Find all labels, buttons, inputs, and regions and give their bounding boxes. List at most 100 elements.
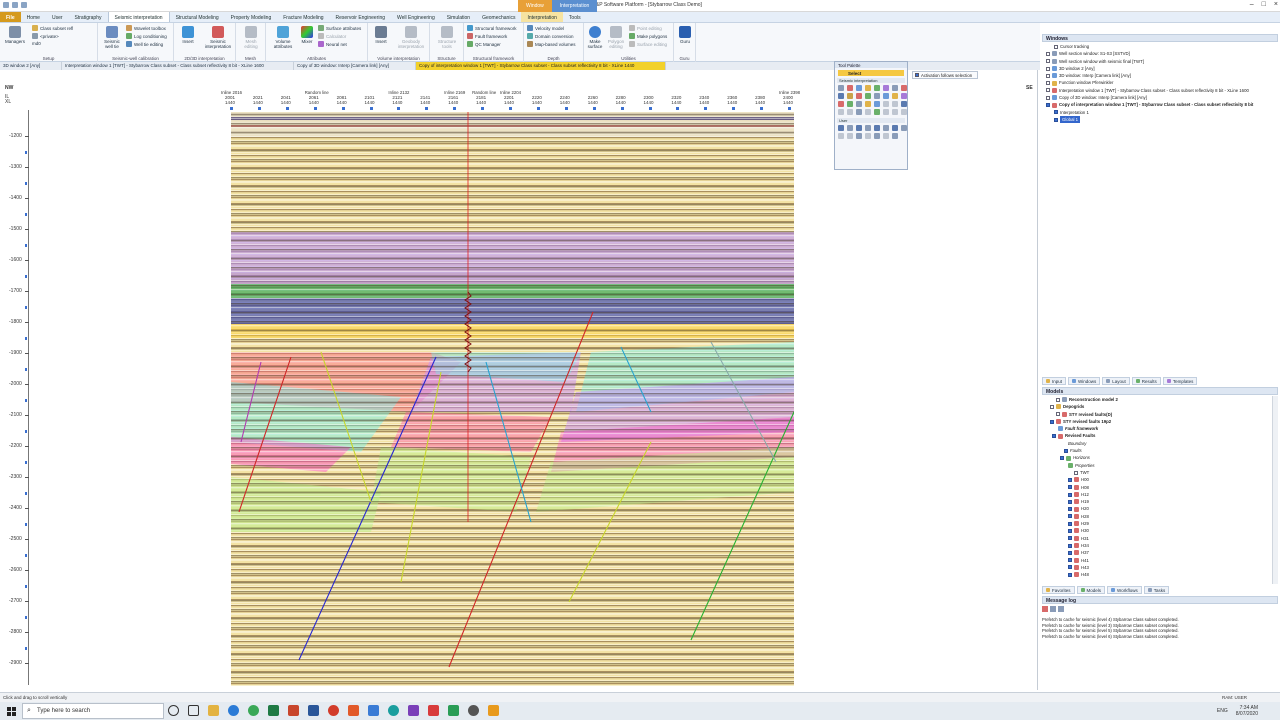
private-select[interactable]: <private> (32, 33, 59, 39)
tree-item[interactable]: H41 (1046, 557, 1118, 564)
checkbox-icon[interactable] (1056, 397, 1060, 402)
task-view-icon[interactable] (188, 705, 199, 716)
checkbox-icon[interactable] (1068, 528, 1072, 533)
tool-icon[interactable] (892, 109, 898, 115)
tool-icon[interactable] (901, 109, 907, 115)
managers-button[interactable]: Managers (3, 26, 27, 44)
insert-volume-button[interactable]: Insert (371, 26, 391, 44)
tab-tools[interactable]: Tools (563, 12, 587, 22)
tree-item[interactable]: Boundary (1046, 440, 1118, 447)
app-icon[interactable] (348, 705, 359, 716)
qc-manager-button[interactable]: QC Manager (467, 41, 501, 47)
fault-framework-button[interactable]: Fault framework (467, 33, 507, 39)
tree-item[interactable]: Copy of 3D window: Interp [Camera link] … (1046, 94, 1253, 101)
tool-icon[interactable] (883, 125, 889, 131)
mesh-editing-button[interactable]: Mesh editing (239, 26, 263, 49)
tool-icon[interactable] (901, 85, 907, 91)
app-icon[interactable] (428, 705, 439, 716)
tool-icon[interactable] (847, 93, 853, 99)
tool-icon[interactable] (892, 85, 898, 91)
checkbox-icon[interactable] (1046, 103, 1050, 108)
doc-tab-copy-3d-window[interactable]: Copy of 3D window: Interp [Camera link] … (294, 62, 416, 70)
polygon-editing-button[interactable]: Polygon editing (605, 26, 627, 49)
checkbox-icon[interactable] (1046, 59, 1050, 64)
mixer-button[interactable]: Mixer (298, 26, 316, 44)
system-tray[interactable]: ENG 7:34 AM 8/07/2020 (1217, 705, 1258, 717)
checkbox-icon[interactable] (1046, 51, 1050, 56)
checkbox-icon[interactable] (1056, 412, 1060, 417)
checkbox-icon[interactable] (1068, 477, 1072, 482)
make-surface-button[interactable]: Make surface (586, 26, 604, 49)
domain-conversion-button[interactable]: Domain conversion (527, 33, 574, 39)
tree-item[interactable]: Revised Faults (1046, 432, 1118, 439)
tool-icon[interactable] (874, 125, 880, 131)
surface-attributes-button[interactable]: Surface attributes (318, 25, 361, 31)
checkbox-icon[interactable] (1068, 572, 1072, 577)
tool-icon[interactable] (901, 101, 907, 107)
browser-icon[interactable] (228, 705, 239, 716)
tool-icon[interactable] (847, 85, 853, 91)
tool-icon[interactable] (847, 125, 853, 131)
word-icon[interactable] (308, 705, 319, 716)
app-icon[interactable] (328, 705, 339, 716)
tree-item[interactable]: H08 (1046, 484, 1118, 491)
tree-item[interactable]: H37 (1046, 549, 1118, 556)
checkbox-icon[interactable] (1068, 536, 1072, 541)
tab-fracture-modeling[interactable]: Fracture Modeling (277, 12, 329, 22)
app-icon[interactable] (388, 705, 399, 716)
checkbox-icon[interactable] (1068, 543, 1072, 548)
tab-templates[interactable]: Templates (1162, 377, 1198, 385)
md-select[interactable]: md0 (32, 41, 41, 46)
clear-log-icon[interactable] (1042, 606, 1048, 612)
powerpoint-icon[interactable] (288, 705, 299, 716)
tool-icon[interactable] (883, 101, 889, 107)
tree-item[interactable]: STY revised faults(D) (1046, 411, 1118, 418)
checkbox-icon[interactable] (1046, 95, 1050, 100)
tool-icon[interactable] (874, 109, 880, 115)
tab-property-modeling[interactable]: Property Modeling (225, 12, 278, 22)
checkbox-icon[interactable] (1068, 485, 1072, 490)
tree-item[interactable]: Interpretation 1 (1046, 109, 1253, 116)
checkbox-icon[interactable] (1068, 507, 1072, 512)
tree-item[interactable]: H43 (1046, 564, 1118, 571)
tool-icon[interactable] (847, 133, 853, 139)
tool-icon[interactable] (874, 93, 880, 99)
tool-icon[interactable] (865, 133, 871, 139)
wavelet-toolbox-button[interactable]: Wavelet toolbox (126, 25, 166, 31)
tree-item[interactable]: H29 (1046, 520, 1118, 527)
checkbox-icon[interactable] (1054, 117, 1058, 122)
tool-icon[interactable] (856, 133, 862, 139)
map-based-volumes-button[interactable]: Map-based volumes (527, 41, 576, 47)
guru-button[interactable]: Guru (676, 26, 694, 44)
surface-editing-button[interactable]: Surface editing (629, 41, 667, 47)
well-tie-editing-button[interactable]: Well tie editing (126, 41, 163, 47)
tab-input[interactable]: Input (1042, 377, 1067, 385)
tool-icon[interactable] (865, 125, 871, 131)
structural-framework-button[interactable]: Structural framework (467, 25, 517, 31)
checkbox-icon[interactable] (1068, 492, 1072, 497)
tool-icon[interactable] (892, 93, 898, 99)
checkbox-icon[interactable] (1046, 88, 1050, 93)
tree-item[interactable]: Fault framework (1046, 425, 1118, 432)
chrome-icon[interactable] (248, 705, 259, 716)
tree-item[interactable]: Interpretation window 1 [TWT] - Stybarro… (1046, 87, 1253, 94)
velocity-model-button[interactable]: Velocity model (527, 25, 564, 31)
checkbox-icon[interactable] (1068, 550, 1072, 555)
tab-windows[interactable]: Windows (1068, 377, 1101, 385)
tool-icon[interactable] (838, 93, 844, 99)
checkbox-icon[interactable] (1068, 499, 1072, 504)
onenote-icon[interactable] (408, 705, 419, 716)
tree-item[interactable]: 3D window 2 [Any] (1046, 65, 1253, 72)
checkbox-icon[interactable] (1074, 470, 1078, 475)
doc-tab-3d-window-2[interactable]: 3D window 2 [Any] (0, 62, 62, 70)
checkbox-icon[interactable] (1068, 521, 1072, 526)
tree-item[interactable]: Properties (1046, 462, 1118, 469)
tool-icon[interactable] (901, 93, 907, 99)
tree-item[interactable]: Global 1 (1046, 115, 1253, 124)
checkbox-icon[interactable] (1046, 73, 1050, 78)
start-button[interactable] (0, 702, 22, 720)
select-tool[interactable]: Select (838, 70, 904, 76)
copy-log-icon[interactable] (1050, 606, 1056, 612)
cortana-icon[interactable] (168, 705, 179, 716)
neural-net-button[interactable]: Neural net (318, 41, 347, 47)
